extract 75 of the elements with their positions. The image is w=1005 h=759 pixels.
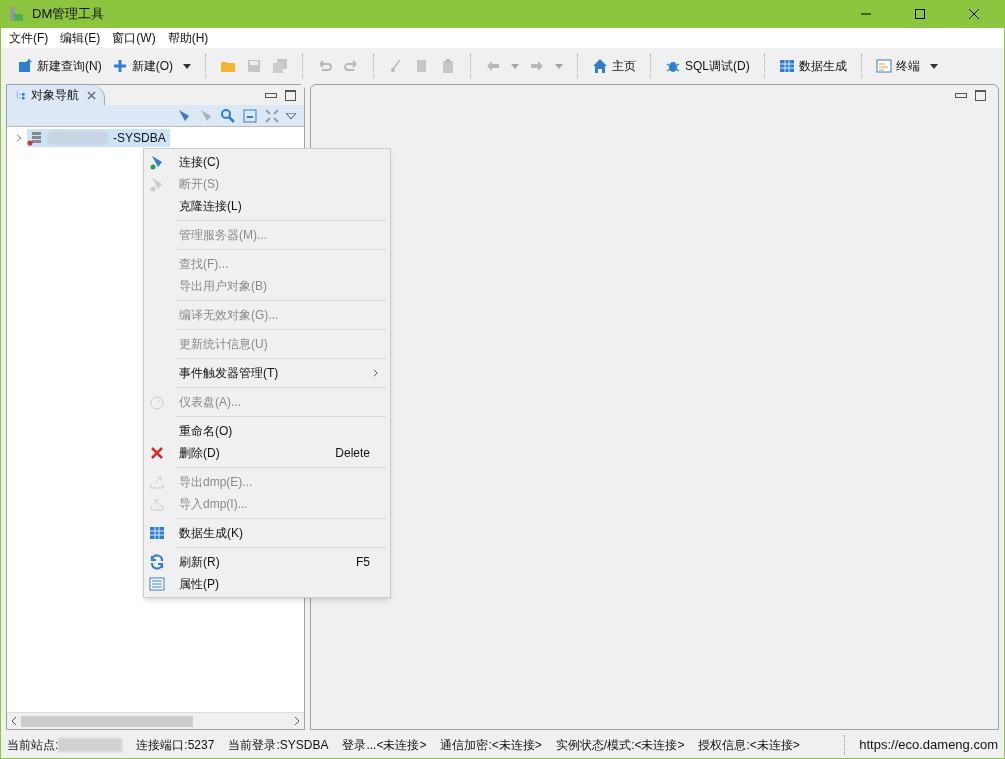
navigator-tab[interactable]: 对象导航 <box>7 85 105 105</box>
caret-icon <box>555 63 563 69</box>
website-url[interactable]: https://eco.dameng.com <box>859 735 998 755</box>
app-icon <box>8 6 24 22</box>
status-field: 授权信息:<未连接> <box>698 736 800 754</box>
context-menu-item[interactable]: 刷新(R) F5 <box>144 551 390 573</box>
context-menu-item[interactable]: 克隆连接(L) <box>144 195 390 217</box>
scroll-left-icon[interactable] <box>11 717 17 725</box>
expand-icon <box>264 107 280 124</box>
maximize-button[interactable] <box>975 89 986 101</box>
menu-item[interactable]: 窗口(W) <box>106 29 162 47</box>
scrollbar-thumb[interactable] <box>21 715 193 727</box>
close-tab-icon[interactable] <box>87 90 96 100</box>
caret-icon <box>929 63 938 69</box>
caret-icon <box>183 63 191 69</box>
home-icon <box>592 58 608 74</box>
status-field: 当前站点: <box>7 736 59 754</box>
refresh-icon <box>149 554 165 570</box>
connect-icon <box>149 154 165 170</box>
context-menu-item[interactable]: 数据生成(K) <box>144 522 390 544</box>
export-icon <box>149 474 165 490</box>
close-icon <box>969 9 979 19</box>
toolbar-button[interactable]: 主页 <box>588 54 640 78</box>
data-grid-icon <box>778 58 795 74</box>
toolbar-button[interactable]: 数据生成 <box>774 54 851 78</box>
horizontal-scrollbar[interactable] <box>7 712 304 729</box>
collapse-icon <box>242 107 258 124</box>
property-list-icon <box>149 576 165 592</box>
redo-icon <box>343 58 359 74</box>
expand-chevron-icon[interactable] <box>15 134 23 142</box>
status-field: 登录...<未连接> <box>342 736 427 754</box>
status-field: 连接端口:5237 <box>136 736 215 754</box>
context-menu-item[interactable]: 属性(P) <box>144 573 390 595</box>
cross-icon <box>149 445 165 461</box>
connection-name: -SYSDBA <box>113 130 166 147</box>
context-menu-item[interactable]: 重命名(O) <box>144 420 390 442</box>
scroll-right-icon[interactable] <box>294 717 300 725</box>
blurred-region <box>58 738 123 752</box>
context-menu-item[interactable]: 事件触发器管理(T) <box>144 362 390 384</box>
toolbar-button[interactable]: 新建(O) <box>107 54 177 78</box>
minimize-button[interactable] <box>265 93 277 98</box>
data-grid-icon <box>149 525 165 541</box>
minimize-button[interactable] <box>955 92 967 98</box>
paste-icon <box>440 58 456 74</box>
menu-item[interactable]: 编辑(E) <box>54 29 107 47</box>
status-field: 通信加密:<未连接> <box>440 736 542 754</box>
menu-item[interactable]: 文件(F) <box>3 29 55 47</box>
toolbar-button[interactable]: SQL调试(D) <box>661 54 754 78</box>
plus-icon <box>111 58 128 74</box>
context-menu-item[interactable]: 连接(C) <box>144 151 390 173</box>
search-icon <box>220 107 236 124</box>
tree-item[interactable]: -SYSDBA <box>27 129 170 147</box>
status-field: 实例状态/模式:<未连接> <box>555 736 685 754</box>
tree-icon <box>15 89 27 101</box>
sql-query-icon <box>17 58 33 74</box>
toolbar-button[interactable]: 新建查询(N) <box>13 54 106 78</box>
undo-icon <box>317 58 333 74</box>
caret-icon <box>511 63 519 69</box>
view-menu-icon[interactable] <box>286 112 296 119</box>
status-field: 当前登录:SYSDBA <box>228 736 329 754</box>
window-title: DM管理工具 <box>32 5 106 24</box>
terminal-icon <box>875 58 892 74</box>
toolbar-button[interactable]: 终端 <box>871 54 924 78</box>
save-icon <box>246 58 262 74</box>
menu-item[interactable]: 帮助(H) <box>161 29 215 47</box>
gauge-icon <box>149 394 165 410</box>
right-arrow-icon <box>529 58 545 74</box>
maximize-button[interactable] <box>285 90 296 101</box>
save-all-icon <box>272 58 288 74</box>
maximize-icon <box>915 9 925 19</box>
context-menu-item[interactable]: 删除(D) Delete <box>144 442 390 464</box>
server-icon <box>27 130 43 146</box>
submenu-chevron-icon <box>373 369 378 377</box>
disconnect-icon <box>149 176 165 192</box>
import-icon <box>149 496 165 512</box>
